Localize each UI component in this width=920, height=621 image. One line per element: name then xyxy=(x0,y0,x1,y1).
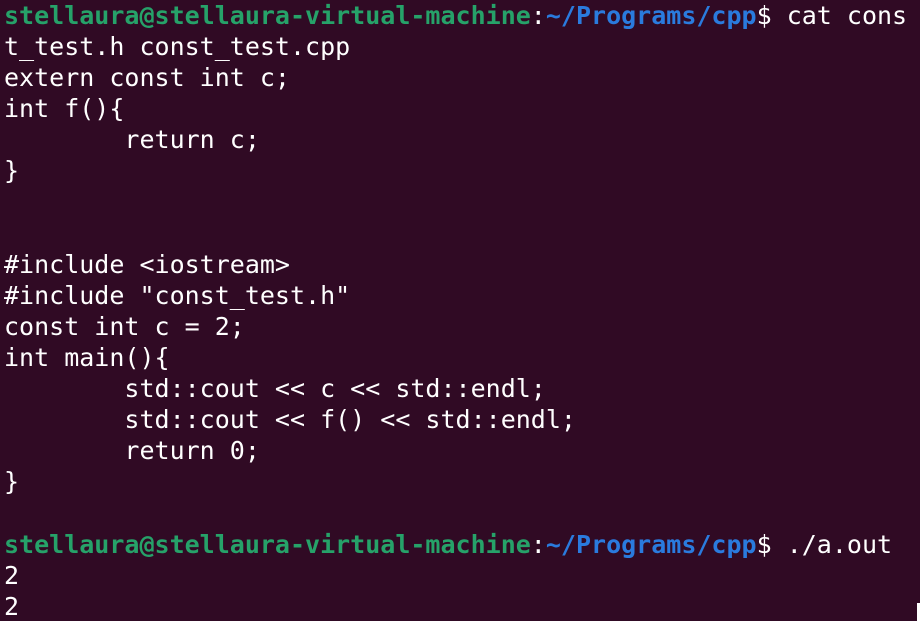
output-line: return c; xyxy=(4,125,260,155)
output-line: extern const int c; xyxy=(4,63,290,93)
program-output-line: 2 xyxy=(4,591,20,621)
output-line: std::cout << f() << std::endl; xyxy=(4,405,576,435)
output-line: #include "const_test.h" xyxy=(4,280,351,310)
output-line: } xyxy=(4,156,20,186)
prompt-colon: : xyxy=(530,529,546,559)
prompt-user-host: stellaura@stellaura-virtual-machine xyxy=(4,529,531,559)
command-text: ./a.out xyxy=(771,529,893,559)
prompt-line-run: stellaura@stellaura-virtual-machine:~/Pr… xyxy=(4,529,920,560)
output-line: const int c = 2; xyxy=(4,311,245,341)
output-line: int main(){ xyxy=(4,343,170,373)
prompt-user-host: stellaura@stellaura-virtual-machine xyxy=(4,1,531,30)
command-wrap-line: t_test.h const_test.cpp xyxy=(4,32,351,62)
prompt-dollar: $ xyxy=(756,529,772,559)
program-output-line: 2 xyxy=(4,560,20,590)
terminal-window[interactable]: stellaura@stellaura-virtual-machine:~/Pr… xyxy=(0,0,920,621)
prompt-line-cat: stellaura@stellaura-virtual-machine:~/Pr… xyxy=(4,0,920,31)
prompt-path: ~/Programs/cpp xyxy=(545,1,757,30)
prompt-dollar: $ xyxy=(756,1,772,30)
output-line: int f(){ xyxy=(4,94,125,124)
output-line: } xyxy=(4,467,20,497)
output-line: #include <iostream> xyxy=(4,249,290,279)
output-line: std::cout << c << std::endl; xyxy=(4,374,546,404)
prompt-colon: : xyxy=(530,1,546,30)
command-text: cat cons xyxy=(771,1,908,30)
prompt-path: ~/Programs/cpp xyxy=(545,529,757,559)
output-line: return 0; xyxy=(4,436,260,466)
